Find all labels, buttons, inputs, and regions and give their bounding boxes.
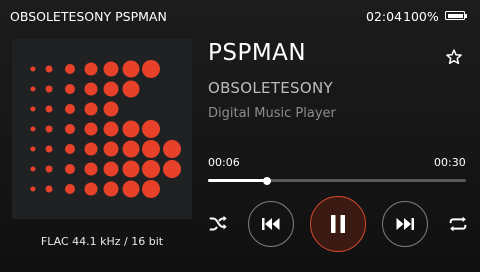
battery-percent: 100% — [403, 9, 439, 24]
art-dot — [163, 140, 181, 158]
art-dot — [122, 80, 140, 98]
art-dot — [103, 81, 119, 97]
art-dot — [84, 142, 98, 156]
repeat-icon — [449, 216, 467, 232]
art-dot — [45, 145, 53, 153]
art-dot — [45, 165, 53, 173]
shuffle-icon — [209, 215, 227, 231]
art-dot — [122, 140, 140, 158]
art-dot — [84, 182, 98, 196]
art-dot — [122, 60, 140, 78]
art-dot — [30, 126, 36, 132]
art-dot — [84, 162, 98, 176]
next-track-button[interactable] — [382, 201, 428, 247]
art-dot — [30, 186, 36, 192]
art-dot — [122, 180, 140, 198]
art-dot — [103, 101, 119, 117]
art-dot — [65, 184, 75, 194]
favorite-button[interactable] — [444, 47, 464, 67]
artist-name: OBSOLETESONY — [208, 79, 333, 97]
art-dot — [142, 180, 160, 198]
art-dot — [142, 60, 160, 78]
play-pause-button[interactable] — [310, 196, 366, 252]
progress-handle[interactable] — [263, 176, 272, 185]
art-dot — [45, 105, 53, 113]
art-dot — [65, 84, 75, 94]
art-dot — [163, 160, 181, 178]
progress-bar[interactable] — [208, 176, 466, 185]
art-dot — [84, 102, 98, 116]
clock: 02:04 — [366, 9, 403, 24]
status-bar: OBSOLETESONY PSPMAN 02:04 100% — [0, 0, 480, 32]
art-dot — [142, 120, 160, 138]
art-dot — [103, 141, 119, 157]
pause-icon — [331, 215, 345, 233]
art-dot — [30, 166, 36, 172]
repeat-button[interactable] — [446, 212, 470, 236]
art-dot — [30, 106, 36, 112]
art-dot — [84, 122, 98, 136]
art-dot — [142, 160, 160, 178]
art-dot — [45, 185, 53, 193]
elapsed-time: 00:06 — [208, 156, 240, 169]
album-name: Digital Music Player — [208, 106, 336, 121]
art-dot — [84, 62, 98, 76]
art-dot — [45, 85, 53, 93]
total-time: 00:30 — [434, 156, 466, 169]
art-dot — [45, 65, 53, 73]
art-dot — [84, 82, 98, 96]
art-dot — [65, 64, 75, 74]
previous-track-button[interactable] — [248, 201, 294, 247]
battery-icon — [445, 11, 465, 20]
art-dot — [65, 124, 75, 134]
audio-format: FLAC 44.1 kHz / 16 bit — [40, 235, 164, 248]
art-dot — [103, 161, 119, 177]
album-art-pattern — [30, 60, 181, 198]
star-outline-icon — [446, 49, 462, 65]
art-dot — [103, 121, 119, 137]
art-dot — [45, 125, 53, 133]
art-dot — [65, 104, 75, 114]
skip-previous-icon — [262, 218, 280, 230]
art-dot — [122, 160, 140, 178]
status-title: OBSOLETESONY PSPMAN — [10, 9, 167, 24]
art-dot — [103, 61, 119, 77]
shuffle-button[interactable] — [206, 212, 230, 236]
art-dot — [30, 66, 36, 72]
art-dot — [30, 146, 36, 152]
art-dot — [65, 164, 75, 174]
art-dot — [122, 120, 140, 138]
album-art — [12, 39, 192, 219]
skip-next-icon — [396, 218, 414, 230]
progress-fill — [208, 179, 268, 182]
track-title: PSPMAN — [208, 40, 307, 66]
art-dot — [103, 181, 119, 197]
art-dot — [30, 86, 36, 92]
art-dot — [65, 144, 75, 154]
art-dot — [142, 140, 160, 158]
battery-nub — [465, 13, 467, 18]
